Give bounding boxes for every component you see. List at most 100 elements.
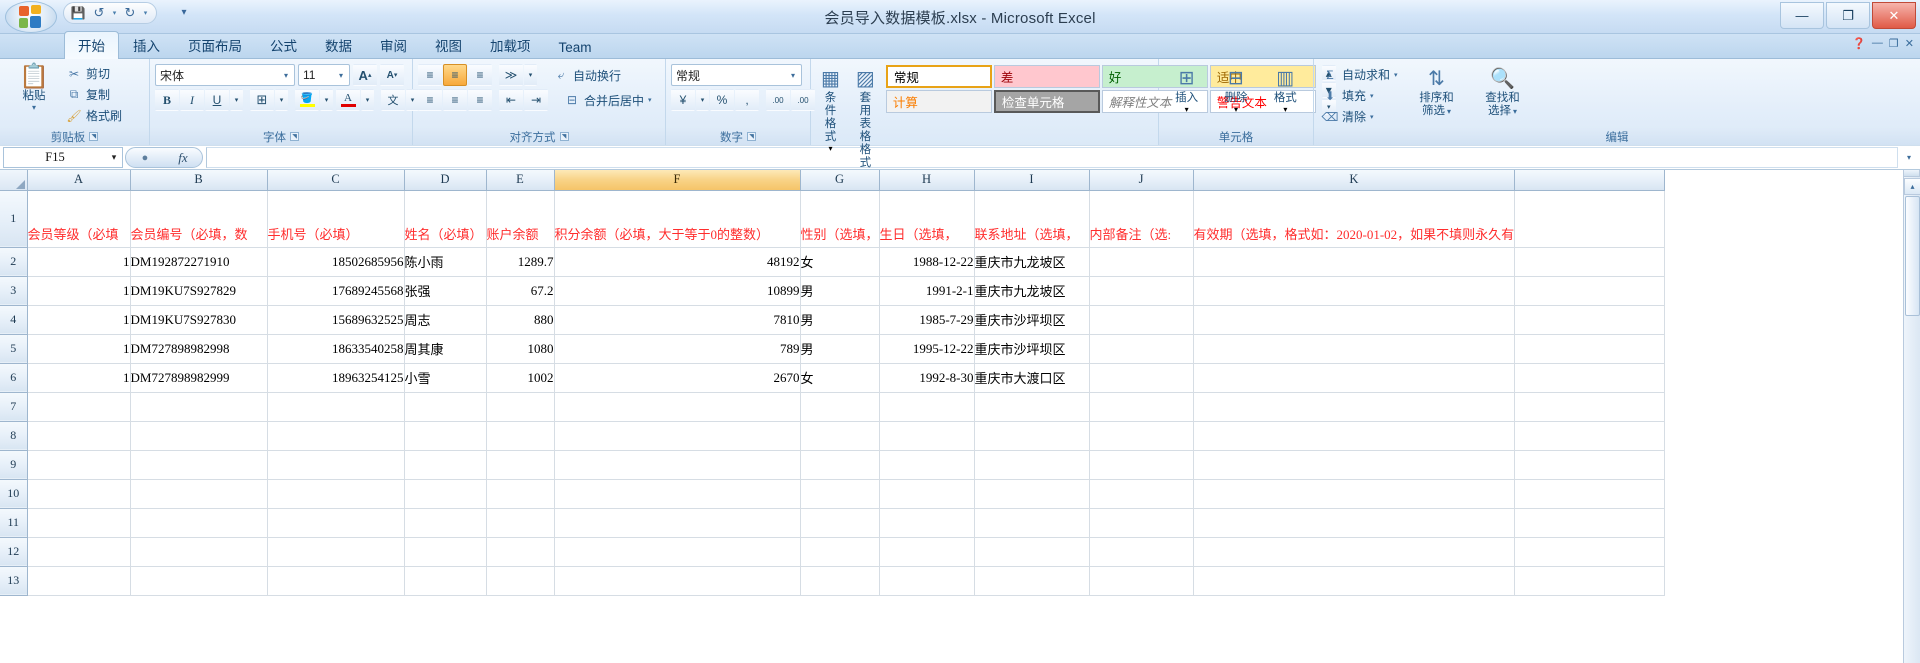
top-align-button[interactable]: ≡ — [418, 64, 442, 86]
grid-cell[interactable]: DM19KU7S927829 — [130, 276, 267, 305]
autosum-caret-icon[interactable]: ▾ — [1394, 71, 1398, 79]
grid-cell[interactable] — [486, 566, 554, 595]
wrap-text-button[interactable]: ⤶ 自动换行 — [550, 65, 624, 86]
row-header-2[interactable]: 2 — [0, 247, 27, 276]
grid-cell[interactable] — [1193, 566, 1515, 595]
grid-cell[interactable] — [1193, 421, 1515, 450]
tab-view[interactable]: 视图 — [421, 31, 476, 59]
grid-cell[interactable] — [800, 392, 879, 421]
minimize-button[interactable]: — — [1780, 2, 1824, 29]
grid-cell[interactable]: 1985-7-29 — [879, 305, 974, 334]
grid-cell[interactable]: 1 — [27, 305, 130, 334]
conditional-formatting-caret-icon[interactable]: ▾ — [828, 144, 832, 153]
expand-formula-bar-icon[interactable]: ▾ — [1898, 147, 1920, 168]
grid-cell[interactable]: 陈小雨 — [404, 247, 486, 276]
insert-function-icon[interactable]: fx — [164, 150, 202, 166]
grid-cell[interactable] — [1515, 508, 1665, 537]
column-header-G[interactable]: G — [800, 170, 879, 190]
grid-cell[interactable]: 1 — [27, 247, 130, 276]
align-center-button[interactable]: ≡ — [443, 89, 467, 111]
shrink-font-button[interactable]: A▾ — [380, 64, 404, 86]
grid-cell[interactable] — [800, 421, 879, 450]
column-header-blank[interactable] — [1515, 170, 1665, 190]
number-format-combo[interactable]: 常规 ▾ — [671, 64, 802, 86]
grid-cell[interactable]: 1992-8-30 — [879, 363, 974, 392]
grid-cell[interactable] — [1515, 479, 1665, 508]
phonetic-guide-button[interactable]: 文 — [381, 89, 405, 111]
cell-style-calculation[interactable]: 计算 — [886, 90, 992, 113]
delete-cells-caret-icon[interactable]: ▾ — [1234, 105, 1238, 114]
split-handle[interactable] — [1903, 170, 1920, 177]
merge-center-caret-icon[interactable]: ▾ — [648, 96, 652, 104]
header-cell[interactable]: 姓名（必填） — [404, 190, 486, 247]
grid-cell[interactable]: 1995-12-22 — [879, 334, 974, 363]
grid-cell[interactable] — [1193, 450, 1515, 479]
select-all-corner[interactable] — [0, 170, 27, 190]
clear-button[interactable]: ⌫ 清除 ▾ — [1319, 106, 1401, 127]
grid-cell[interactable]: 18502685956 — [267, 247, 404, 276]
grid-cell[interactable] — [1089, 450, 1193, 479]
grid-cell[interactable] — [1089, 334, 1193, 363]
grid-cell[interactable]: 1289.7 — [486, 247, 554, 276]
grid-cell[interactable] — [974, 537, 1089, 566]
grid-cell[interactable] — [130, 392, 267, 421]
grid-cell[interactable]: 女 — [800, 247, 879, 276]
accounting-dropdown-icon[interactable]: ▾ — [696, 89, 709, 111]
clear-caret-icon[interactable]: ▾ — [1370, 113, 1374, 121]
close-button[interactable]: ✕ — [1872, 2, 1916, 29]
format-cells-button[interactable]: ▥ 格式 ▾ — [1263, 63, 1308, 117]
grid-cell[interactable] — [267, 421, 404, 450]
clipboard-dialog-launcher-icon[interactable]: ◥ — [89, 132, 98, 141]
number-format-dropdown-icon[interactable]: ▾ — [786, 71, 800, 80]
grid-cell[interactable] — [1193, 363, 1515, 392]
row-header-1[interactable]: 1 — [0, 190, 27, 247]
fill-caret-icon[interactable]: ▾ — [1370, 92, 1374, 100]
grid-cell[interactable] — [1193, 247, 1515, 276]
underline-button[interactable]: U — [205, 89, 229, 111]
grid-cell[interactable] — [1515, 363, 1665, 392]
align-right-button[interactable]: ≡ — [468, 89, 492, 111]
grid-cell[interactable] — [1089, 305, 1193, 334]
copy-button[interactable]: ⧉ 复制 — [63, 84, 125, 105]
grid-cell[interactable] — [486, 508, 554, 537]
grid-cell[interactable] — [404, 508, 486, 537]
grid-cell[interactable] — [267, 566, 404, 595]
grid-cell[interactable] — [554, 421, 800, 450]
grid-cell[interactable]: 周志 — [404, 305, 486, 334]
grid-cell[interactable] — [1515, 537, 1665, 566]
italic-button[interactable]: I — [180, 89, 204, 111]
accounting-format-button[interactable]: ¥ — [671, 89, 695, 111]
grid-cell[interactable]: 周其康 — [404, 334, 486, 363]
header-cell[interactable]: 有效期（选填，格式如：2020-01-02，如果不填则永久有 — [1193, 190, 1515, 247]
cut-button[interactable]: ✂ 剪切 — [63, 63, 125, 84]
grid-cell[interactable]: 女 — [800, 363, 879, 392]
grid-cell[interactable] — [404, 421, 486, 450]
font-size-combo[interactable]: 11 ▾ — [298, 64, 350, 86]
tab-home[interactable]: 开始 — [64, 31, 119, 59]
grid-cell[interactable]: 67.2 — [486, 276, 554, 305]
grid-cell[interactable] — [974, 508, 1089, 537]
grid-cell[interactable]: 重庆市沙坪坝区 — [974, 334, 1089, 363]
grid-cell[interactable] — [1089, 566, 1193, 595]
grid-cell[interactable] — [1193, 276, 1515, 305]
font-color-dropdown-icon[interactable]: ▾ — [361, 89, 374, 111]
cancel-formula-icon[interactable]: ● — [126, 152, 164, 164]
header-cell[interactable]: 生日（选填， — [879, 190, 974, 247]
grid-cell[interactable] — [486, 421, 554, 450]
grid-cell[interactable]: DM727898982999 — [130, 363, 267, 392]
borders-dropdown-icon[interactable]: ▾ — [275, 89, 288, 111]
grid-cell[interactable]: 17689245568 — [267, 276, 404, 305]
orientation-button[interactable]: ≫ — [499, 64, 523, 86]
column-header-J[interactable]: J — [1089, 170, 1193, 190]
grid-cell[interactable] — [1515, 305, 1665, 334]
grid-cell[interactable]: 880 — [486, 305, 554, 334]
grid-cell[interactable] — [554, 537, 800, 566]
grid-cell[interactable] — [879, 479, 974, 508]
tab-data[interactable]: 数据 — [311, 31, 366, 59]
grid-cell[interactable] — [130, 537, 267, 566]
column-header-D[interactable]: D — [404, 170, 486, 190]
workbook-restore-icon[interactable]: ❐ — [1889, 37, 1899, 50]
header-cell[interactable]: 会员等级（必填 — [27, 190, 130, 247]
grid-cell[interactable] — [130, 508, 267, 537]
grid-cell[interactable] — [800, 508, 879, 537]
